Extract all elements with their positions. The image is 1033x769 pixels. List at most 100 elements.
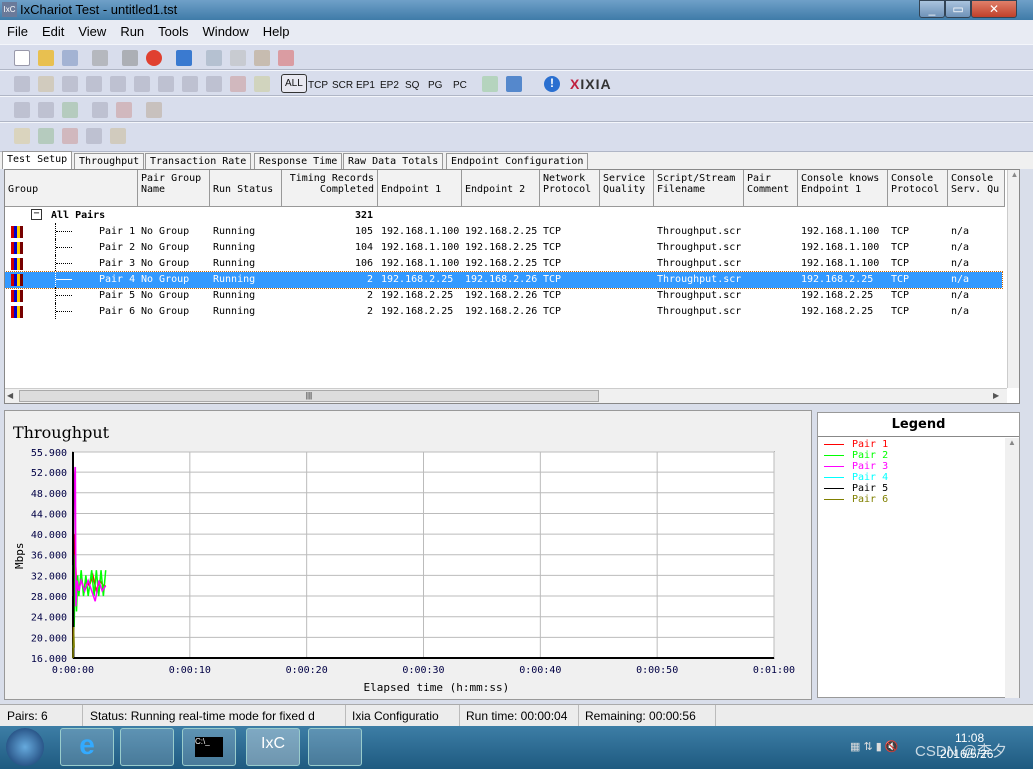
column-header[interactable]: Network Protocol xyxy=(540,170,600,207)
import-icon[interactable] xyxy=(482,76,498,92)
taskbar-cmd-icon[interactable]: C:\_ xyxy=(182,728,236,766)
app-group-icon[interactable] xyxy=(134,76,150,92)
column-header[interactable]: Script/Stream Filename xyxy=(654,170,744,207)
edit-icon[interactable] xyxy=(158,76,174,92)
filter-pg-button[interactable]: PG xyxy=(428,80,442,91)
hardware-pair-icon[interactable] xyxy=(86,76,102,92)
menu-run[interactable]: Run xyxy=(113,20,151,44)
start-button[interactable] xyxy=(6,728,44,766)
refresh-icon[interactable] xyxy=(176,50,192,66)
tray-icons[interactable]: ▦ ⇅ ▮ 🔇 xyxy=(850,740,910,754)
find-endpoint-icon[interactable] xyxy=(38,102,54,118)
column-header[interactable]: Pair Comment xyxy=(744,170,798,207)
table-row[interactable]: Pair 1 No Group Running 192.168.1.100 192.16… xyxy=(5,223,1002,240)
rename-icon[interactable] xyxy=(182,76,198,92)
column-header[interactable]: Console Serv. Qu xyxy=(948,170,1005,207)
filter-scr-button[interactable]: SCR xyxy=(332,80,353,91)
collapse-toggle[interactable]: − xyxy=(31,209,42,220)
column-header[interactable]: Group xyxy=(5,170,138,207)
column-header[interactable]: Endpoint 2 xyxy=(462,170,540,207)
table-row[interactable]: Pair 5 No Group Running 192.168.2.25 192.168… xyxy=(5,287,1002,304)
filter-pc-button[interactable]: PC xyxy=(453,80,467,91)
legend-item[interactable]: Pair 4 xyxy=(824,472,1019,483)
legend-item[interactable]: Pair 3 xyxy=(824,461,1019,472)
column-header[interactable]: Endpoint 1 xyxy=(378,170,462,207)
filter-all-button[interactable]: ALL xyxy=(281,74,307,93)
filter-ep2-button[interactable]: EP2 xyxy=(380,80,399,91)
taskbar-ixchariot-icon[interactable]: IxC xyxy=(246,728,300,766)
ungroup-icon[interactable] xyxy=(116,102,132,118)
table-row[interactable]: Pair 2 No Group Running 192.168.1.100 192.16… xyxy=(5,239,1002,256)
menu-file[interactable]: File xyxy=(0,20,35,44)
network-protocol: TCP xyxy=(543,290,562,301)
scroll-thumb[interactable]: ||| xyxy=(19,390,599,402)
info-icon[interactable]: ! xyxy=(544,76,560,92)
tab-response-time[interactable]: Response Time xyxy=(254,153,343,169)
tab-test-setup[interactable]: Test Setup xyxy=(2,151,73,169)
vertical-scrollbar[interactable]: ▲ xyxy=(1007,170,1019,388)
open-icon[interactable] xyxy=(38,50,54,66)
column-header[interactable]: Pair Group Name xyxy=(138,170,210,207)
flag-delete-icon[interactable] xyxy=(62,128,78,144)
column-header[interactable]: Console Protocol xyxy=(888,170,948,207)
cut-icon[interactable] xyxy=(206,50,222,66)
voip-pair-icon[interactable] xyxy=(110,76,126,92)
group-row-all-pairs[interactable]: − All Pairs 321 xyxy=(5,208,1002,224)
edit-endpoint-icon[interactable] xyxy=(14,102,30,118)
legend-item[interactable]: Pair 1 xyxy=(824,439,1019,450)
tab-throughput[interactable]: Throughput xyxy=(74,153,145,169)
column-header[interactable]: Console knows Endpoint 1 xyxy=(798,170,888,207)
throughput-chart: 55.900 52.000 48.000 44.000 40.000 36.000 32.0… xyxy=(13,448,795,694)
save-icon[interactable] xyxy=(62,50,78,66)
menu-edit[interactable]: Edit xyxy=(35,20,71,44)
minimize-button[interactable]: _ xyxy=(919,0,945,18)
taskbar-paint-icon[interactable] xyxy=(308,728,362,766)
replicate-icon[interactable] xyxy=(206,76,222,92)
copy-icon[interactable] xyxy=(230,50,246,66)
taskbar-ie-icon[interactable]: e xyxy=(60,728,114,766)
legend-scrollbar[interactable]: ▲ xyxy=(1005,438,1019,698)
flag-edit-icon[interactable] xyxy=(110,128,126,144)
paste-icon[interactable] xyxy=(254,50,270,66)
check-endpoint-icon[interactable] xyxy=(62,102,78,118)
filter-sq-button[interactable]: SQ xyxy=(405,80,419,91)
filter-tcp-button[interactable]: TCP xyxy=(308,80,328,91)
flag-group-icon[interactable] xyxy=(86,128,102,144)
flag-add-icon[interactable] xyxy=(38,128,54,144)
export-icon[interactable] xyxy=(506,76,522,92)
add-multicast-icon[interactable] xyxy=(38,76,54,92)
filter-ep1-button[interactable]: EP1 xyxy=(356,80,375,91)
tab-endpoint-configuration[interactable]: Endpoint Configuration xyxy=(446,153,589,169)
table-row[interactable]: Pair 3 No Group Running 192.168.1.100 192.16… xyxy=(5,255,1002,272)
column-header[interactable]: Service Quality xyxy=(600,170,654,207)
add-pair-icon[interactable] xyxy=(14,76,30,92)
column-header[interactable]: Run Status xyxy=(210,170,282,207)
taskbar-control-panel-icon[interactable] xyxy=(120,728,174,766)
video-pair-icon[interactable] xyxy=(62,76,78,92)
delete-icon[interactable] xyxy=(278,50,294,66)
legend-item[interactable]: Pair 5 xyxy=(824,483,1019,494)
marker-icon[interactable] xyxy=(254,76,270,92)
menu-tools[interactable]: Tools xyxy=(151,20,195,44)
tab-raw-data-totals[interactable]: Raw Data Totals xyxy=(343,153,444,169)
new-icon[interactable] xyxy=(14,50,30,66)
flag-icon[interactable] xyxy=(14,128,30,144)
column-header[interactable]: Timing Records Completed xyxy=(282,170,378,207)
close-button[interactable]: ✕ xyxy=(971,0,1017,18)
maximize-button[interactable]: ▭ xyxy=(945,0,971,18)
legend-item[interactable]: Pair 6 xyxy=(824,494,1019,505)
run-icon[interactable] xyxy=(122,50,138,66)
sort-icon[interactable] xyxy=(146,102,162,118)
swap-icon[interactable] xyxy=(230,76,246,92)
print-icon[interactable] xyxy=(92,50,108,66)
stop-icon[interactable] xyxy=(146,50,162,66)
menu-view[interactable]: View xyxy=(71,20,113,44)
group-icon[interactable] xyxy=(92,102,108,118)
horizontal-scrollbar[interactable]: ◀ ||| ▶ xyxy=(5,388,1007,403)
tab-transaction-rate[interactable]: Transaction Rate xyxy=(145,153,252,169)
table-row[interactable]: Pair 6 No Group Running 192.168.2.25 192.168… xyxy=(5,303,1002,320)
menu-help[interactable]: Help xyxy=(256,20,297,44)
table-row[interactable]: Pair 4 No Group Running 192.168.2.25 192.168… xyxy=(5,271,1003,289)
legend-item[interactable]: Pair 2 xyxy=(824,450,1019,461)
menu-window[interactable]: Window xyxy=(196,20,256,44)
